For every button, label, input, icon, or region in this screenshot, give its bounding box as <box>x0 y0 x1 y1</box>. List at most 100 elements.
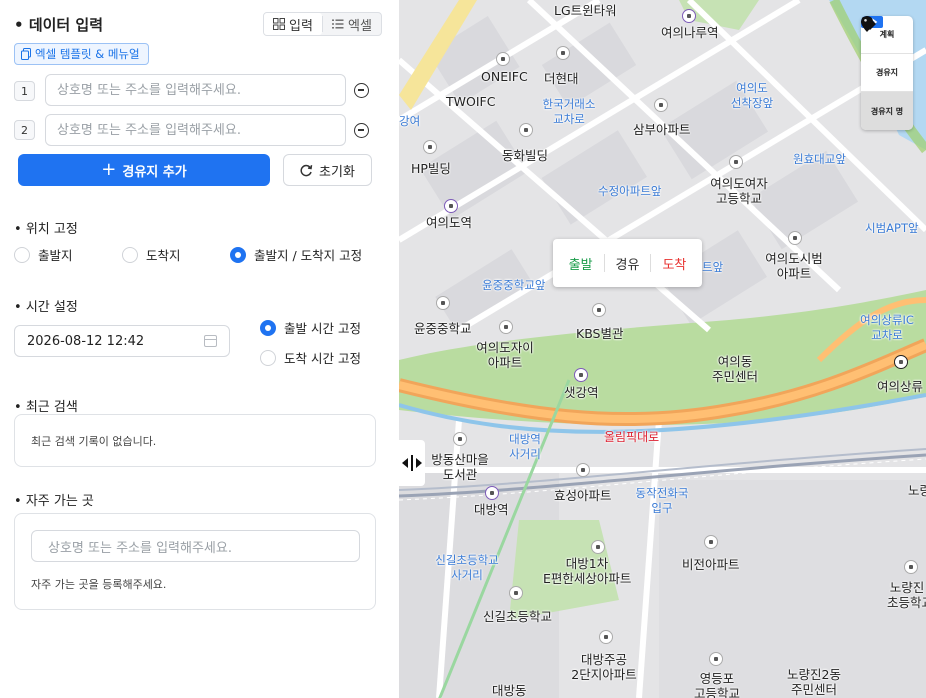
fix-both-radio[interactable]: 출발지 / 도착지 고정 <box>230 245 362 264</box>
apartment-poi-icon[interactable] <box>499 320 513 334</box>
refresh-icon <box>300 164 313 176</box>
map-label: 대방1차 E편한세상아파트 <box>543 556 632 586</box>
building-poi-icon[interactable] <box>423 140 437 154</box>
school-poi-icon[interactable] <box>904 560 918 574</box>
fix-departure-time-label: 출발 시간 고정 <box>284 321 361 336</box>
grid-icon <box>273 18 286 30</box>
location-fix-title: • 위치 고정 <box>14 222 78 237</box>
fix-arrival-time-label: 도착 시간 고정 <box>284 351 361 366</box>
datetime-value: 2026-08-12 12:42 <box>27 333 145 349</box>
map-label: 노량진2동 주민센터 <box>787 667 841 697</box>
set-waypoint-button[interactable]: 경유 <box>605 254 651 273</box>
reset-button[interactable]: 초기화 <box>283 154 372 186</box>
mode-excel-button[interactable]: 엑셀 <box>323 13 381 35</box>
fix-departure-time-radio[interactable]: 출발 시간 고정 <box>260 318 361 337</box>
route-input-panel: • 데이터 입력 입력 엑셀 엑셀 템플릿 & 메뉴얼 1 상호명 또는 주소를… <box>0 0 399 698</box>
school-poi-icon[interactable] <box>509 586 523 600</box>
apartment-poi-icon[interactable] <box>591 540 605 554</box>
map-label: 여의동 주민센터 <box>711 354 758 384</box>
map-label: 윤중중학교 <box>414 321 472 336</box>
broadcast-poi-icon[interactable] <box>592 303 606 317</box>
school-poi-icon[interactable] <box>729 155 743 169</box>
map-label: 트앞 <box>702 260 724 274</box>
school-poi-icon[interactable] <box>436 296 450 310</box>
subway-station-icon[interactable] <box>682 9 696 23</box>
apartment-poi-icon[interactable] <box>576 463 590 477</box>
datetime-picker[interactable]: 2026-08-12 12:42 <box>14 325 230 357</box>
panel-resize-handle[interactable] <box>399 440 425 486</box>
map-label: HP빌딩 <box>411 161 451 176</box>
fix-arrival-time-dot <box>260 349 276 366</box>
waypoint-button[interactable]: 경유지 <box>861 16 913 92</box>
library-poi-icon[interactable] <box>453 432 467 446</box>
building-poi-icon[interactable] <box>519 123 533 137</box>
set-start-button[interactable]: 출발 <box>558 254 604 273</box>
fix-arrival-time-radio[interactable]: 도착 시간 고정 <box>260 348 361 367</box>
map-label: 신길초등학교 사거리 <box>435 553 499 582</box>
map-label: 여의도역 <box>426 215 473 230</box>
map-label: 방동산마을 도서관 <box>431 452 489 482</box>
time-setting-title-text: 시간 설정 <box>25 300 78 315</box>
map-label: 여의나루역 <box>661 25 719 40</box>
map-view[interactable]: LG트윈타워 여의나루역 ONEIFC 더현대 TWOIFC 한국거래소 교차로 … <box>399 0 926 698</box>
stop-input-1[interactable] <box>45 74 346 106</box>
stop-input-2[interactable] <box>45 114 346 146</box>
map-label: 대방동 <box>492 683 527 698</box>
subway-station-icon[interactable] <box>444 199 458 213</box>
apartment-poi-icon[interactable] <box>704 535 718 549</box>
favorites-box: 상호명 또는 주소를 입력해주세요. 자주 가는 곳을 등록해주세요. <box>14 513 376 610</box>
apartment-poi-icon[interactable] <box>654 98 668 112</box>
data-input-title: • 데이터 입력 <box>14 16 104 34</box>
school-poi-icon[interactable] <box>709 652 723 666</box>
waypoint-name-button[interactable]: 경유지 명 <box>861 17 913 130</box>
waypoint-label: 경유지 <box>875 68 899 77</box>
subway-station-icon[interactable] <box>574 368 588 382</box>
map-label: TWOIFC <box>446 94 496 109</box>
time-setting-title: • 시간 설정 <box>14 300 78 315</box>
favorites-search-input[interactable]: 상호명 또는 주소를 입력해주세요. <box>31 530 360 562</box>
map-label: 여의도자이 아파트 <box>476 340 534 370</box>
reset-label: 초기화 <box>319 164 355 180</box>
map-label: 영등포 고등학교 <box>693 671 740 698</box>
stop-index-2: 2 <box>14 120 35 140</box>
mode-excel-label: 엑셀 <box>348 18 372 34</box>
map-label: 여의상류 <box>877 379 924 394</box>
map-label: 신길초등학교 <box>483 609 553 624</box>
ic-poi-icon[interactable] <box>894 355 908 369</box>
mode-input-label: 입력 <box>289 18 313 34</box>
add-waypoint-button[interactable]: + 경유지 추가 <box>18 154 270 186</box>
plus-icon: + <box>101 159 117 180</box>
fix-start-radio[interactable]: 출발지 <box>14 245 73 264</box>
apartment-poi-icon[interactable] <box>599 630 613 644</box>
calendar-icon[interactable] <box>204 335 217 347</box>
input-mode-toggle: 입력 엑셀 <box>263 12 382 36</box>
map-label: 대방역 <box>474 502 509 517</box>
shopping-poi-icon[interactable] <box>556 46 570 60</box>
favorites-empty: 자주 가는 곳을 등록해주세요. <box>31 578 167 591</box>
excel-template-label: 엑셀 템플릿 & 메뉴얼 <box>35 47 140 61</box>
map-label: 효성아파트 <box>554 488 612 503</box>
copy-icon <box>21 48 31 60</box>
add-waypoint-label: 경유지 추가 <box>122 164 187 180</box>
remove-stop-1-icon[interactable] <box>354 83 369 98</box>
building-poi-icon[interactable] <box>496 52 510 66</box>
map-label: 여의도시범 아파트 <box>765 251 823 281</box>
route-point-popup: 출발 경유 도착 <box>553 239 702 287</box>
apartment-poi-icon[interactable] <box>788 231 802 245</box>
stop-index-1: 1 <box>14 81 35 101</box>
map-label: 동화빌딩 <box>502 148 549 163</box>
map-label: 노량진초등학교 <box>887 580 926 610</box>
map-label: 더현대 <box>544 71 579 86</box>
mode-input-button[interactable]: 입력 <box>264 13 322 35</box>
remove-stop-2-icon[interactable] <box>354 123 369 138</box>
map-label: 윤중중학교앞 <box>482 278 546 292</box>
fix-both-label: 출발지 / 도착지 고정 <box>254 248 363 263</box>
excel-template-link[interactable]: 엑셀 템플릿 & 메뉴얼 <box>14 43 149 65</box>
map-label: 비전아파트 <box>682 557 740 572</box>
map-label: KBS별관 <box>576 326 624 341</box>
recent-search-title-text: 최근 검색 <box>25 400 78 415</box>
subway-station-icon[interactable] <box>485 486 499 500</box>
set-end-button[interactable]: 도착 <box>651 254 697 273</box>
map-label: 여의도여자 고등학교 <box>710 176 768 206</box>
fix-end-radio[interactable]: 도착지 <box>122 245 181 264</box>
